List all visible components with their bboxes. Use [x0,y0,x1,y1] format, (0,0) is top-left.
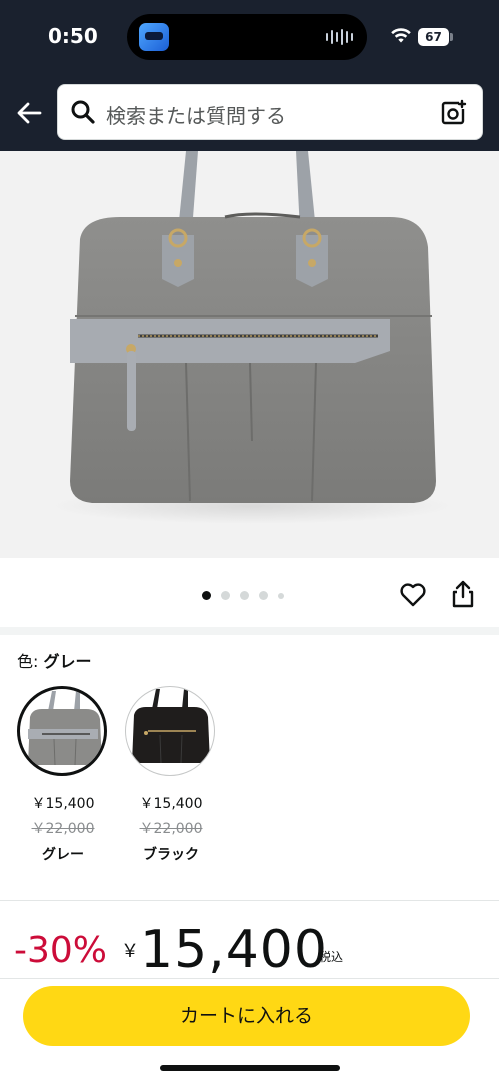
back-arrow-icon[interactable] [14,98,44,128]
carousel-dot[interactable] [240,591,249,600]
color-label: 色: グレー [17,648,92,672]
heart-icon[interactable] [399,582,427,608]
search-placeholder: 検索または質問する [106,104,286,128]
swatch-list-price: ￥22,000 [139,821,203,837]
black-bag-thumbnail [132,689,210,764]
carousel-dot[interactable] [278,592,284,599]
swatch-price: ￥15,400 [31,796,95,812]
gray-bag-thumbnail [28,691,102,766]
carousel-dot[interactable] [259,591,268,600]
section-divider [0,627,499,635]
carousel-dots[interactable] [202,591,284,600]
app-thumbnail-icon [139,23,169,51]
audio-wave-icon [326,29,353,45]
add-to-cart-button[interactable]: カートに入れる [23,986,470,1046]
bottom-action-bar: カートに入れる [0,978,499,1080]
home-indicator [160,1065,340,1071]
carousel-dot[interactable] [221,591,230,600]
swatch-color-name: ブラック [143,847,199,863]
price-value: 15,400 [140,920,328,980]
status-time: 0:50 [48,24,98,48]
search-input[interactable]: 検索または質問する [57,84,483,140]
battery-tip [450,33,453,41]
share-icon[interactable] [450,580,476,608]
carousel-dot[interactable] [202,591,211,600]
dynamic-island [127,14,367,60]
currency-symbol: ￥ [121,941,139,962]
discount-percent: -30% [14,930,108,971]
gray-bag-image [52,151,452,524]
battery-indicator: 67 [418,28,449,46]
top-bar: 0:50 67 検索または質問する [0,0,499,151]
section-separator [0,900,499,901]
image-controls [0,558,499,628]
product-image[interactable] [0,151,499,558]
color-swatch-black[interactable] [125,686,215,776]
color-swatch-gray[interactable] [17,686,107,776]
swatch-color-name: グレー [42,847,84,863]
camera-lens-icon[interactable] [440,99,468,127]
search-icon [71,100,95,124]
wifi-icon [391,28,411,43]
swatch-list-price: ￥22,000 [31,821,95,837]
selected-color-value: グレー [43,652,92,671]
swatch-price: ￥15,400 [139,796,203,812]
tax-note: 税込 [319,950,344,964]
color-label-prefix: 色: [17,652,39,671]
